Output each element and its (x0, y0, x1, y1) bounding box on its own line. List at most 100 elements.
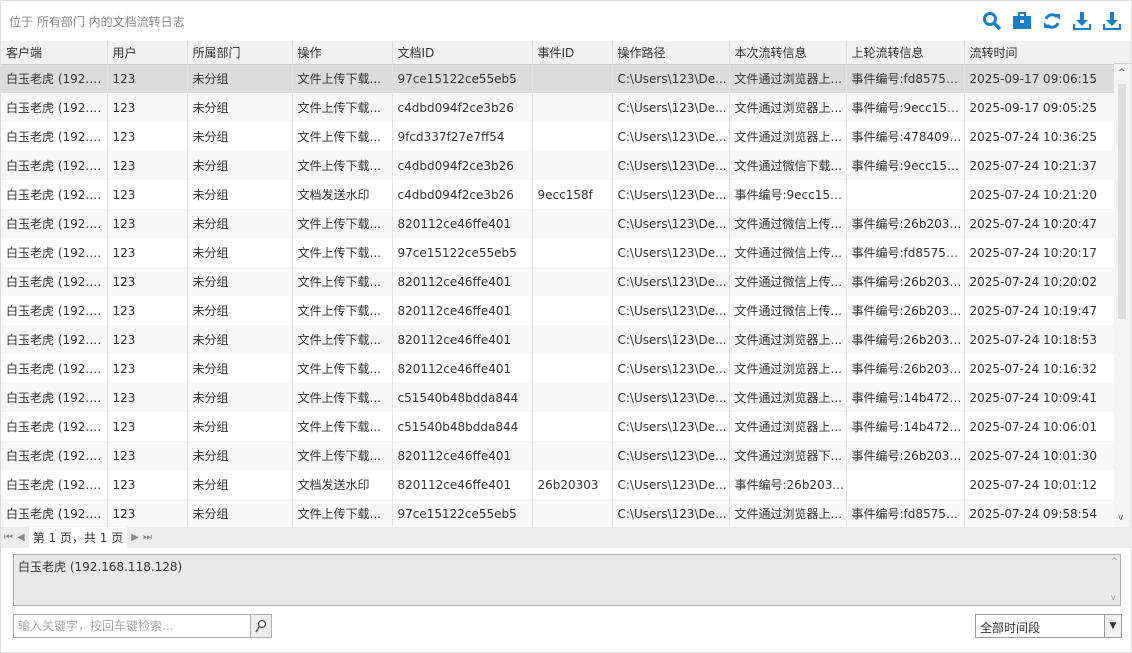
table-cell: 文件通过浏览器上... (729, 325, 847, 354)
table-cell (532, 412, 613, 441)
table-cell: 123 (107, 354, 188, 383)
table-cell: 2025-07-24 10:01:30 (964, 441, 1117, 470)
export-icon[interactable] (1101, 10, 1123, 32)
table-cell: 97ce15122ce55eb5 (392, 499, 533, 527)
column-header[interactable]: 上轮流转信息 (846, 41, 965, 65)
header-filler (1114, 41, 1131, 64)
table-cell: 2025-07-24 10:20:02 (964, 267, 1117, 296)
column-header[interactable]: 流转时间 (964, 41, 1117, 65)
table-cell: 文件通过微信下载... (729, 151, 847, 180)
table-cell: 9fcd337f27e7ff54 (392, 122, 533, 151)
column-header[interactable]: 用户 (107, 41, 188, 65)
table-cell: 白玉老虎 (192.1... (1, 470, 108, 499)
table-row[interactable]: 白玉老虎 (192.1... 123 未分组 文件上传下载... 820112ce46f… (1, 209, 1117, 238)
table-row[interactable]: 白玉老虎 (192.1... 123 未分组 文件上传下载... 97ce15122ce… (1, 64, 1117, 93)
table-cell (532, 64, 613, 93)
table-cell: C:\Users\123\De... (612, 64, 730, 93)
table-cell: C:\Users\123\De... (612, 383, 730, 412)
table-cell: 2025-07-24 10:20:17 (964, 238, 1117, 267)
table-cell: 2025-07-24 10:21:37 (964, 151, 1117, 180)
prev-page-icon[interactable]: ◀ (17, 532, 25, 543)
table-cell: 白玉老虎 (192.1... (1, 64, 108, 93)
last-page-icon[interactable]: ⏭ (143, 532, 152, 543)
column-header[interactable]: 本次流转信息 (729, 41, 847, 65)
table-cell: 事件编号:26b2030... (846, 267, 965, 296)
time-range-select[interactable]: 全部时间段 ▼ (975, 614, 1122, 638)
table-row[interactable]: 白玉老虎 (192.1... 123 未分组 文件上传下载... 820112ce46f… (1, 354, 1117, 383)
detail-scrollbar[interactable]: ^ v (1110, 557, 1118, 603)
table-cell: C:\Users\123\De... (612, 441, 730, 470)
table-cell: C:\Users\123\De... (612, 122, 730, 151)
table-cell: C:\Users\123\De... (612, 209, 730, 238)
refresh-icon[interactable] (1041, 10, 1063, 32)
table-cell: 文件上传下载... (292, 267, 393, 296)
table-row[interactable]: 白玉老虎 (192.1... 123 未分组 文件上传下载... c51540b48bd… (1, 383, 1117, 412)
table-cell: 文件上传下载... (292, 325, 393, 354)
table-row[interactable]: 白玉老虎 (192.1... 123 未分组 文档发送水印 c4dbd094f2ce3b… (1, 180, 1117, 209)
column-header[interactable]: 操作路径 (612, 41, 730, 65)
search-input[interactable] (14, 615, 250, 637)
next-page-icon[interactable]: ▶ (131, 532, 139, 543)
column-header[interactable]: 所属部门 (187, 41, 293, 65)
table-row[interactable]: 白玉老虎 (192.1... 123 未分组 文件上传下载... 820112ce46f… (1, 441, 1117, 470)
table-cell: C:\Users\123\De... (612, 267, 730, 296)
table-cell: 2025-07-24 10:21:20 (964, 180, 1117, 209)
column-header[interactable]: 事件ID (532, 41, 613, 65)
table-row[interactable]: 白玉老虎 (192.1... 123 未分组 文件上传下载... 97ce15122ce… (1, 238, 1117, 267)
table-row[interactable]: 白玉老虎 (192.1... 123 未分组 文件上传下载... 820112ce46f… (1, 325, 1117, 354)
search-icon[interactable] (981, 10, 1003, 32)
table-cell: 未分组 (187, 180, 293, 209)
table-cell: 白玉老虎 (192.1... (1, 238, 108, 267)
scroll-thumb[interactable] (1118, 84, 1126, 319)
table-cell: 文件通过浏览器上... (729, 64, 847, 93)
table-cell: 未分组 (187, 238, 293, 267)
table-cell: 未分组 (187, 151, 293, 180)
table-cell: 820112ce46ffe401 (392, 267, 533, 296)
scroll-up-icon[interactable]: ^ (1118, 68, 1126, 78)
table-row[interactable]: 白玉老虎 (192.1... 123 未分组 文件上传下载... 9fcd337f27e… (1, 122, 1117, 151)
column-header[interactable]: 操作 (292, 41, 393, 65)
search-box (13, 614, 272, 638)
table-row[interactable]: 白玉老虎 (192.1... 123 未分组 文件上传下载... c4dbd094f2c… (1, 151, 1117, 180)
download-icon[interactable] (1071, 10, 1093, 32)
table-cell: c4dbd094f2ce3b26 (392, 180, 533, 209)
table-cell: 白玉老虎 (192.1... (1, 441, 108, 470)
table-cell (532, 325, 613, 354)
table-cell: 文件上传下载... (292, 441, 393, 470)
table-cell: 文件上传下载... (292, 499, 393, 527)
table-cell: 97ce15122ce55eb5 (392, 238, 533, 267)
table-cell: 未分组 (187, 470, 293, 499)
table-cell: 未分组 (187, 441, 293, 470)
table-cell: 123 (107, 383, 188, 412)
table-cell: 2025-07-24 10:01:12 (964, 470, 1117, 499)
table-cell: c51540b48bdda844 (392, 383, 533, 412)
table-row[interactable]: 白玉老虎 (192.1... 123 未分组 文档发送水印 820112ce46ffe4… (1, 470, 1117, 499)
table-cell: 白玉老虎 (192.1... (1, 180, 108, 209)
table-cell: 97ce15122ce55eb5 (392, 64, 533, 93)
briefcase-icon[interactable] (1011, 10, 1033, 32)
first-page-icon[interactable]: ⏮ (4, 532, 13, 543)
column-header[interactable]: 客户端 (1, 41, 108, 65)
table-cell: 2025-07-24 10:16:32 (964, 354, 1117, 383)
table-row[interactable]: 白玉老虎 (192.1... 123 未分组 文件上传下载... c51540b48bd… (1, 412, 1117, 441)
vertical-scrollbar[interactable]: ^ v (1114, 64, 1131, 527)
table-cell: 文件通过浏览器上... (729, 354, 847, 383)
table-cell: c4dbd094f2ce3b26 (392, 151, 533, 180)
table-cell: 白玉老虎 (192.1... (1, 267, 108, 296)
detail-text: 白玉老虎 (192.168.118.128) (18, 560, 183, 574)
column-header[interactable]: 文档ID (392, 41, 533, 65)
table-cell: 未分组 (187, 499, 293, 527)
scroll-down-icon[interactable]: v (1118, 513, 1123, 523)
table-cell: 2025-07-24 10:20:47 (964, 209, 1117, 238)
table-row[interactable]: 白玉老虎 (192.1... 123 未分组 文件上传下载... 820112ce46f… (1, 296, 1117, 325)
chevron-down-icon[interactable]: ▼ (1104, 615, 1121, 637)
table-row[interactable]: 白玉老虎 (192.1... 123 未分组 文件上传下载... c4dbd094f2c… (1, 93, 1117, 122)
table-cell: C:\Users\123\De... (612, 151, 730, 180)
table-cell: 820112ce46ffe401 (392, 470, 533, 499)
table-cell: 未分组 (187, 296, 293, 325)
search-button[interactable] (250, 615, 271, 637)
table-cell: 白玉老虎 (192.1... (1, 151, 108, 180)
table-row[interactable]: 白玉老虎 (192.1... 123 未分组 文件上传下载... 820112ce46f… (1, 267, 1117, 296)
table-row[interactable]: 白玉老虎 (192.1... 123 未分组 文件上传下载... 97ce15122ce… (1, 499, 1117, 527)
detail-textarea[interactable]: 白玉老虎 (192.168.118.128) ^ v (13, 554, 1121, 606)
